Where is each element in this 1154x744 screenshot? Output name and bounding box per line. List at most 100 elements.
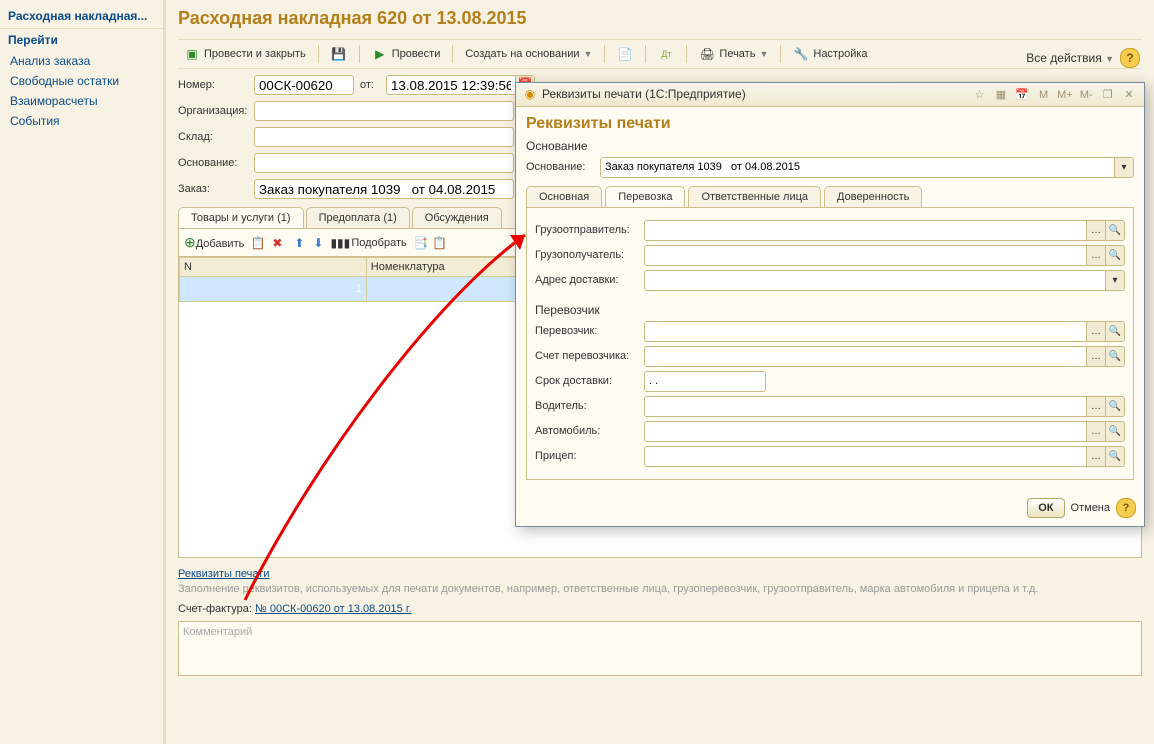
warehouse-field[interactable] (254, 127, 514, 147)
dt-kt-icon: Дт (658, 46, 674, 62)
dlg-tab-main[interactable]: Основная (526, 186, 602, 207)
receiver-field[interactable] (645, 246, 1086, 265)
ellipsis-icon[interactable]: … (1086, 322, 1105, 341)
ellipsis-icon[interactable]: … (1086, 246, 1105, 265)
trailer-field[interactable] (645, 447, 1086, 466)
copy-row-button[interactable]: 📋 (250, 235, 266, 251)
invoice-label: Счет-фактура: (178, 603, 252, 615)
settings-button[interactable]: 🔧Настройка (787, 44, 873, 64)
win-m-icon[interactable]: M (1035, 87, 1053, 103)
dlg-tab-ship[interactable]: Перевозка (605, 186, 685, 207)
search-icon[interactable]: 🔍 (1105, 397, 1124, 416)
account-field[interactable] (645, 347, 1086, 366)
barcode-button[interactable]: ▮▮▮ (332, 235, 348, 251)
report-button[interactable]: 📄 (611, 44, 639, 64)
sender-label: Грузоотправитель: (535, 224, 640, 236)
tab-prepay[interactable]: Предоплата (1) (306, 207, 410, 228)
search-icon[interactable]: 🔍 (1105, 447, 1124, 466)
dlg-basis-label: Основание: (526, 161, 596, 173)
win-fav-icon[interactable]: ☆ (971, 86, 989, 102)
car-field[interactable] (645, 422, 1086, 441)
nav-item-events[interactable]: События (0, 111, 163, 131)
post-close-icon: ▣ (184, 46, 200, 62)
clipboard-icon: 📋 (432, 235, 448, 251)
trailer-label: Прицеп: (535, 450, 640, 462)
address-field[interactable] (645, 271, 1105, 290)
search-icon[interactable]: 🔍 (1105, 347, 1124, 366)
print-button[interactable]: 🖨Печать ▼ (693, 44, 774, 64)
plus-icon: ⊕ (184, 234, 196, 250)
deadline-field[interactable] (645, 372, 766, 391)
ellipsis-icon[interactable]: … (1086, 221, 1105, 240)
delete-row-button[interactable]: ✖ (269, 235, 285, 251)
search-icon[interactable]: 🔍 (1105, 422, 1124, 441)
nav-item-stock[interactable]: Свободные остатки (0, 71, 163, 91)
invoice-link[interactable]: № 00СК-00620 от 13.08.2015 г. (255, 603, 412, 615)
tab-goods[interactable]: Товары и услуги (1) (178, 207, 304, 228)
number-field[interactable] (254, 75, 354, 95)
print-requisites-link[interactable]: Реквизиты печати (178, 568, 269, 580)
ellipsis-icon[interactable]: … (1086, 347, 1105, 366)
driver-label: Водитель: (535, 400, 640, 412)
dropdown-icon[interactable]: ▾ (1114, 158, 1133, 177)
win-cal-icon[interactable]: 📅 (1013, 86, 1031, 102)
win-mminus-icon[interactable]: M- (1077, 87, 1095, 103)
nav-item-settlements[interactable]: Взаиморасчеты (0, 91, 163, 111)
nav-current[interactable]: Расходная накладная... (0, 4, 163, 29)
search-icon[interactable]: 🔍 (1105, 322, 1124, 341)
arrow-down-icon: ⬇ (310, 235, 326, 251)
nav-item-analysis[interactable]: Анализ заказа (0, 51, 163, 71)
win-calc-icon[interactable]: ▦ (992, 86, 1010, 102)
cancel-button[interactable]: Отмена (1071, 502, 1110, 514)
ok-button[interactable]: ОК (1027, 498, 1064, 518)
account-label: Счет перевозчика: (535, 350, 640, 362)
search-icon[interactable]: 🔍 (1105, 246, 1124, 265)
ellipsis-icon[interactable]: … (1086, 422, 1105, 441)
receiver-label: Грузополучатель: (535, 249, 640, 261)
print-icon: 🖨 (699, 46, 715, 62)
driver-field[interactable] (645, 397, 1086, 416)
transactions-button[interactable]: Дт (652, 44, 680, 64)
all-actions-button[interactable]: Все действия ▼ (1026, 51, 1114, 65)
move-down-button[interactable]: ⬇ (310, 235, 326, 251)
add-row-button[interactable]: ⊕Добавить (184, 234, 244, 251)
dialog-help-button[interactable]: ? (1116, 498, 1136, 518)
arrow-up-icon: ⬆ (291, 235, 307, 251)
help-button[interactable]: ? (1120, 48, 1140, 68)
clipboard-button[interactable]: 📋 (432, 235, 448, 251)
post-button[interactable]: ▶Провести (366, 44, 447, 64)
col-n[interactable]: N (180, 258, 367, 277)
save-button[interactable]: 💾 (325, 44, 353, 64)
win-restore-icon[interactable]: ❐ (1099, 86, 1117, 102)
nav-section: Перейти (0, 29, 163, 51)
basis-section-label: Основание (526, 139, 1134, 153)
search-icon[interactable]: 🔍 (1105, 221, 1124, 240)
tab-discuss[interactable]: Обсуждения (412, 207, 502, 228)
org-field[interactable] (254, 101, 514, 121)
sender-field[interactable] (645, 221, 1086, 240)
win-mplus-icon[interactable]: M+ (1056, 87, 1074, 103)
dlg-basis-field[interactable] (601, 158, 1114, 177)
org-label: Организация: (178, 105, 248, 117)
comment-field[interactable]: Комментарий (178, 621, 1142, 676)
post-and-close-button[interactable]: ▣Провести и закрыть (178, 44, 312, 64)
settings-icon: 🔧 (793, 46, 809, 62)
dialog-titlebar[interactable]: ◉ Реквизиты печати (1С:Предприятие) ☆ ▦ … (516, 83, 1144, 107)
basis-field[interactable] (254, 153, 514, 173)
date-field[interactable] (387, 76, 515, 94)
win-close-icon[interactable]: ✕ (1120, 86, 1138, 102)
move-up-button[interactable]: ⬆ (291, 235, 307, 251)
dlg-tab-resp[interactable]: Ответственные лица (688, 186, 821, 207)
dlg-tab-proxy[interactable]: Доверенность (824, 186, 922, 207)
ellipsis-icon[interactable]: … (1086, 447, 1105, 466)
ellipsis-icon[interactable]: … (1086, 397, 1105, 416)
dropdown-icon[interactable]: ▾ (1105, 271, 1124, 290)
app-icon: ◉ (522, 86, 538, 102)
barcode-icon: ▮▮▮ (332, 235, 348, 251)
pick-button[interactable]: Подобрать (351, 237, 406, 249)
paste-button[interactable]: 📑 (413, 235, 429, 251)
create-based-button[interactable]: Создать на основании ▼ (459, 46, 598, 62)
order-field[interactable] (254, 179, 514, 199)
dialog-wintitle: Реквизиты печати (1С:Предприятие) (542, 87, 746, 101)
carrier-field[interactable] (645, 322, 1086, 341)
